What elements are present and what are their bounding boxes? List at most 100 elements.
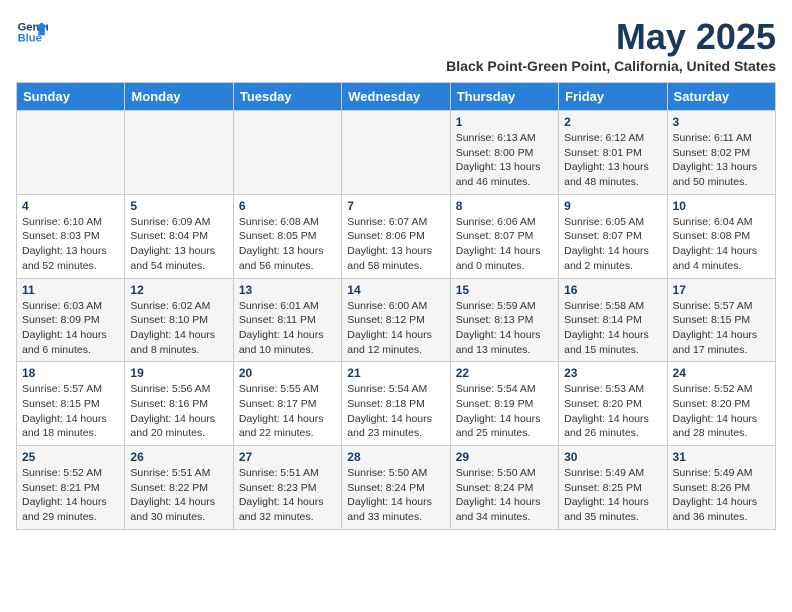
title-area: May 2025 Black Point-Green Point, Califo… bbox=[446, 16, 776, 74]
day-info: Sunrise: 5:59 AMSunset: 8:13 PMDaylight:… bbox=[456, 299, 553, 358]
calendar-cell bbox=[233, 111, 341, 195]
calendar-cell: 6 Sunrise: 6:08 AMSunset: 8:05 PMDaylight… bbox=[233, 194, 341, 278]
day-info: Sunrise: 5:55 AMSunset: 8:17 PMDaylight:… bbox=[239, 382, 336, 441]
day-number: 22 bbox=[456, 366, 553, 380]
calendar-cell: 24 Sunrise: 5:52 AMSunset: 8:20 PMDayligh… bbox=[667, 362, 775, 446]
day-number: 31 bbox=[673, 450, 770, 464]
day-info: Sunrise: 6:00 AMSunset: 8:12 PMDaylight:… bbox=[347, 299, 444, 358]
calendar-cell: 15 Sunrise: 5:59 AMSunset: 8:13 PMDayligh… bbox=[450, 278, 558, 362]
day-number: 3 bbox=[673, 115, 770, 129]
calendar-cell: 28 Sunrise: 5:50 AMSunset: 8:24 PMDayligh… bbox=[342, 446, 450, 530]
calendar-cell: 31 Sunrise: 5:49 AMSunset: 8:26 PMDayligh… bbox=[667, 446, 775, 530]
week-row-1: 1 Sunrise: 6:13 AMSunset: 8:00 PMDaylight… bbox=[17, 111, 776, 195]
calendar-cell bbox=[17, 111, 125, 195]
day-number: 16 bbox=[564, 283, 661, 297]
day-number: 11 bbox=[22, 283, 119, 297]
day-info: Sunrise: 5:52 AMSunset: 8:21 PMDaylight:… bbox=[22, 466, 119, 525]
week-row-4: 18 Sunrise: 5:57 AMSunset: 8:15 PMDayligh… bbox=[17, 362, 776, 446]
day-info: Sunrise: 6:12 AMSunset: 8:01 PMDaylight:… bbox=[564, 131, 661, 190]
calendar-cell: 22 Sunrise: 5:54 AMSunset: 8:19 PMDayligh… bbox=[450, 362, 558, 446]
day-info: Sunrise: 5:49 AMSunset: 8:25 PMDaylight:… bbox=[564, 466, 661, 525]
day-info: Sunrise: 5:52 AMSunset: 8:20 PMDaylight:… bbox=[673, 382, 770, 441]
header: General Blue May 2025 Black Point-Green … bbox=[16, 16, 776, 74]
day-number: 18 bbox=[22, 366, 119, 380]
calendar-cell: 16 Sunrise: 5:58 AMSunset: 8:14 PMDayligh… bbox=[559, 278, 667, 362]
day-number: 14 bbox=[347, 283, 444, 297]
day-info: Sunrise: 6:13 AMSunset: 8:00 PMDaylight:… bbox=[456, 131, 553, 190]
calendar-cell: 14 Sunrise: 6:00 AMSunset: 8:12 PMDayligh… bbox=[342, 278, 450, 362]
day-info: Sunrise: 5:49 AMSunset: 8:26 PMDaylight:… bbox=[673, 466, 770, 525]
day-info: Sunrise: 5:57 AMSunset: 8:15 PMDaylight:… bbox=[22, 382, 119, 441]
day-number: 20 bbox=[239, 366, 336, 380]
svg-text:Blue: Blue bbox=[18, 33, 42, 45]
day-info: Sunrise: 5:56 AMSunset: 8:16 PMDaylight:… bbox=[130, 382, 227, 441]
calendar-cell: 11 Sunrise: 6:03 AMSunset: 8:09 PMDayligh… bbox=[17, 278, 125, 362]
day-number: 28 bbox=[347, 450, 444, 464]
calendar-cell: 18 Sunrise: 5:57 AMSunset: 8:15 PMDayligh… bbox=[17, 362, 125, 446]
day-number: 13 bbox=[239, 283, 336, 297]
calendar-cell: 4 Sunrise: 6:10 AMSunset: 8:03 PMDaylight… bbox=[17, 194, 125, 278]
day-info: Sunrise: 6:08 AMSunset: 8:05 PMDaylight:… bbox=[239, 215, 336, 274]
day-number: 12 bbox=[130, 283, 227, 297]
day-info: Sunrise: 6:06 AMSunset: 8:07 PMDaylight:… bbox=[456, 215, 553, 274]
week-row-5: 25 Sunrise: 5:52 AMSunset: 8:21 PMDayligh… bbox=[17, 446, 776, 530]
day-info: Sunrise: 5:51 AMSunset: 8:22 PMDaylight:… bbox=[130, 466, 227, 525]
day-info: Sunrise: 5:58 AMSunset: 8:14 PMDaylight:… bbox=[564, 299, 661, 358]
day-info: Sunrise: 6:01 AMSunset: 8:11 PMDaylight:… bbox=[239, 299, 336, 358]
calendar-table: SundayMondayTuesdayWednesdayThursdayFrid… bbox=[16, 82, 776, 530]
week-row-2: 4 Sunrise: 6:10 AMSunset: 8:03 PMDaylight… bbox=[17, 194, 776, 278]
week-row-3: 11 Sunrise: 6:03 AMSunset: 8:09 PMDayligh… bbox=[17, 278, 776, 362]
calendar-cell bbox=[125, 111, 233, 195]
calendar-cell: 27Sunrise: 5:51 AMSunset: 8:23 PMDayligh… bbox=[233, 446, 341, 530]
calendar-cell: 10Sunrise: 6:04 AMSunset: 8:08 PMDayligh… bbox=[667, 194, 775, 278]
day-info: Sunrise: 5:54 AMSunset: 8:19 PMDaylight:… bbox=[456, 382, 553, 441]
calendar-cell: 30 Sunrise: 5:49 AMSunset: 8:25 PMDayligh… bbox=[559, 446, 667, 530]
day-number: 9 bbox=[564, 199, 661, 213]
day-info: Sunrise: 5:54 AMSunset: 8:18 PMDaylight:… bbox=[347, 382, 444, 441]
day-info: Sunrise: 5:50 AMSunset: 8:24 PMDaylight:… bbox=[456, 466, 553, 525]
day-number: 6 bbox=[239, 199, 336, 213]
calendar-subtitle: Black Point-Green Point, California, Uni… bbox=[446, 58, 776, 74]
day-number: 24 bbox=[673, 366, 770, 380]
logo: General Blue bbox=[16, 16, 48, 48]
day-number: 10 bbox=[673, 199, 770, 213]
day-info: Sunrise: 6:09 AMSunset: 8:04 PMDaylight:… bbox=[130, 215, 227, 274]
day-number: 30 bbox=[564, 450, 661, 464]
day-number: 25 bbox=[22, 450, 119, 464]
day-number: 7 bbox=[347, 199, 444, 213]
day-number: 5 bbox=[130, 199, 227, 213]
calendar-cell: 8Sunrise: 6:06 AMSunset: 8:07 PMDaylight… bbox=[450, 194, 558, 278]
weekday-header-row: SundayMondayTuesdayWednesdayThursdayFrid… bbox=[17, 83, 776, 111]
day-number: 4 bbox=[22, 199, 119, 213]
day-number: 26 bbox=[130, 450, 227, 464]
day-number: 19 bbox=[130, 366, 227, 380]
day-number: 2 bbox=[564, 115, 661, 129]
calendar-cell bbox=[342, 111, 450, 195]
calendar-title: May 2025 bbox=[446, 16, 776, 58]
weekday-header-sunday: Sunday bbox=[17, 83, 125, 111]
calendar-cell: 17 Sunrise: 5:57 AMSunset: 8:15 PMDayligh… bbox=[667, 278, 775, 362]
calendar-cell: 20 Sunrise: 5:55 AMSunset: 8:17 PMDayligh… bbox=[233, 362, 341, 446]
day-info: Sunrise: 5:53 AMSunset: 8:20 PMDaylight:… bbox=[564, 382, 661, 441]
calendar-cell: 21 Sunrise: 5:54 AMSunset: 8:18 PMDayligh… bbox=[342, 362, 450, 446]
day-number: 17 bbox=[673, 283, 770, 297]
day-info: Sunrise: 6:10 AMSunset: 8:03 PMDaylight:… bbox=[22, 215, 119, 274]
day-number: 1 bbox=[456, 115, 553, 129]
calendar-cell: 13 Sunrise: 6:01 AMSunset: 8:11 PMDayligh… bbox=[233, 278, 341, 362]
day-number: 29 bbox=[456, 450, 553, 464]
calendar-cell: 9Sunrise: 6:05 AMSunset: 8:07 PMDaylight… bbox=[559, 194, 667, 278]
calendar-cell: 25 Sunrise: 5:52 AMSunset: 8:21 PMDayligh… bbox=[17, 446, 125, 530]
calendar-cell: 19 Sunrise: 5:56 AMSunset: 8:16 PMDayligh… bbox=[125, 362, 233, 446]
day-number: 15 bbox=[456, 283, 553, 297]
day-number: 27 bbox=[239, 450, 336, 464]
calendar-cell: 12Sunrise: 6:02 AMSunset: 8:10 PMDayligh… bbox=[125, 278, 233, 362]
calendar-cell: 29 Sunrise: 5:50 AMSunset: 8:24 PMDayligh… bbox=[450, 446, 558, 530]
logo-icon: General Blue bbox=[16, 16, 48, 48]
day-info: Sunrise: 5:57 AMSunset: 8:15 PMDaylight:… bbox=[673, 299, 770, 358]
calendar-cell: 23Sunrise: 5:53 AMSunset: 8:20 PMDayligh… bbox=[559, 362, 667, 446]
day-info: Sunrise: 6:03 AMSunset: 8:09 PMDaylight:… bbox=[22, 299, 119, 358]
calendar-cell: 2 Sunrise: 6:12 AMSunset: 8:01 PMDaylight… bbox=[559, 111, 667, 195]
day-info: Sunrise: 5:50 AMSunset: 8:24 PMDaylight:… bbox=[347, 466, 444, 525]
day-number: 21 bbox=[347, 366, 444, 380]
calendar-cell: 26 Sunrise: 5:51 AMSunset: 8:22 PMDayligh… bbox=[125, 446, 233, 530]
